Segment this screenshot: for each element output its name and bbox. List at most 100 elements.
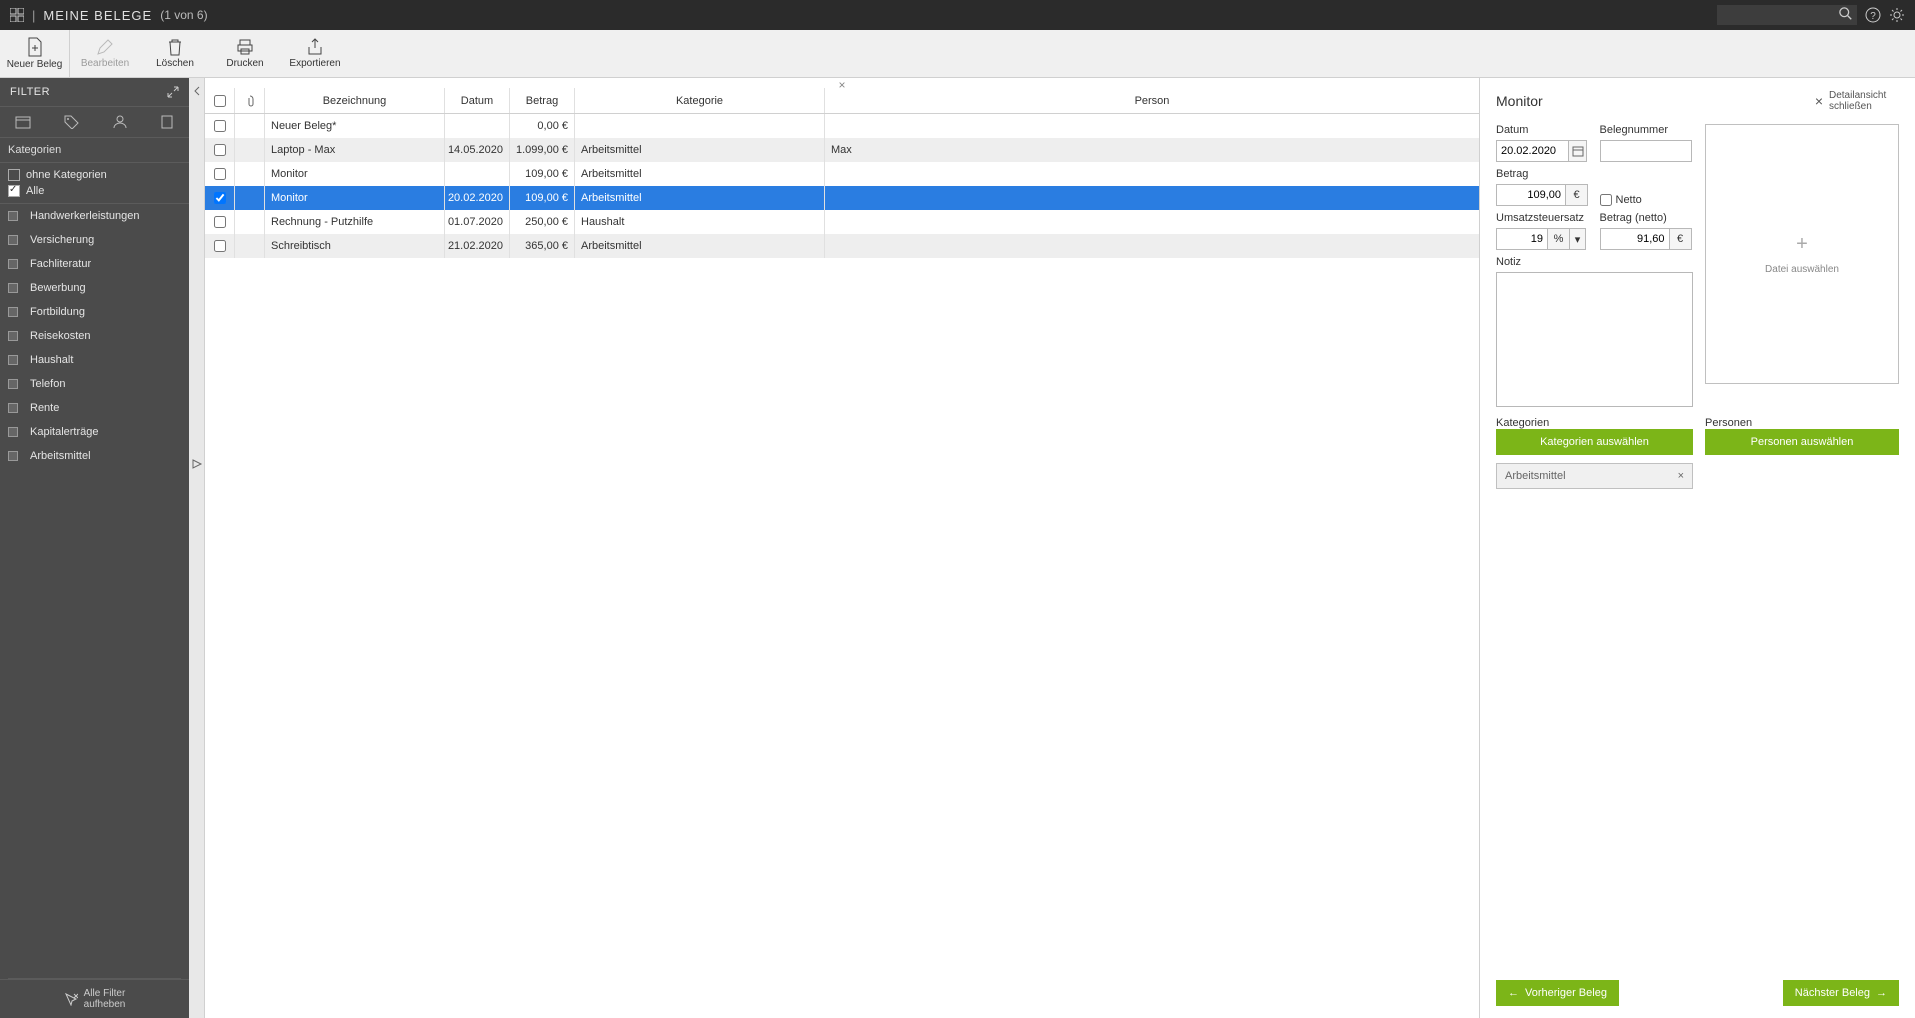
header-checkbox[interactable] [205, 88, 235, 113]
vat-rate-field[interactable] [1496, 228, 1548, 250]
close-detail-button[interactable]: × Detailansicht schließen [1815, 90, 1899, 112]
receipts-table: × Bezeichnung Datum Betrag Kategorie Per… [205, 78, 1480, 1018]
app-grid-icon[interactable] [10, 8, 24, 22]
color-swatch [8, 331, 18, 341]
remove-tag-icon[interactable]: × [1678, 470, 1684, 482]
row-checkbox[interactable] [214, 120, 226, 132]
amount-net-field[interactable] [1600, 228, 1670, 250]
close-x-icon[interactable]: × [205, 78, 1479, 88]
pencil-icon [96, 38, 114, 56]
color-swatch [8, 427, 18, 437]
chevron-down-icon[interactable]: ▾ [1570, 228, 1586, 250]
select-categories-button[interactable]: Kategorien auswählen [1496, 429, 1693, 455]
expand-arrow-icon[interactable] [191, 458, 203, 470]
tab-date-icon[interactable] [15, 115, 31, 129]
calendar-icon[interactable] [1569, 140, 1587, 162]
sidebar-item[interactable]: Haushalt [0, 348, 189, 372]
sidebar-item[interactable]: Bewerbung [0, 276, 189, 300]
detail-panel: Monitor × Detailansicht schließen Datum [1480, 78, 1915, 1018]
sidebar-item[interactable]: Reisekosten [0, 324, 189, 348]
row-checkbox[interactable] [214, 168, 226, 180]
cell-category: Arbeitsmittel [575, 138, 825, 162]
expand-icon[interactable] [167, 86, 179, 98]
cell-category: Arbeitsmittel [575, 162, 825, 186]
date-field[interactable] [1496, 140, 1569, 162]
row-checkbox[interactable] [214, 240, 226, 252]
collapse-sidebar-button[interactable] [189, 78, 205, 1018]
sidebar-item[interactable]: Telefon [0, 372, 189, 396]
table-row[interactable]: Monitor109,00 €Arbeitsmittel [205, 162, 1479, 186]
next-receipt-button[interactable]: Nächster Beleg → [1783, 980, 1899, 1006]
search-icon[interactable] [1839, 7, 1853, 21]
color-swatch [8, 235, 18, 245]
category-tag: Arbeitsmittel × [1496, 463, 1693, 489]
cell-date [445, 162, 510, 186]
new-doc-icon [26, 37, 44, 57]
cell-category: Arbeitsmittel [575, 234, 825, 258]
help-icon[interactable]: ? [1865, 7, 1881, 23]
cell-category [575, 114, 825, 138]
header-person[interactable]: Person [825, 88, 1479, 113]
filter-no-categories[interactable]: ohne Kategorien [8, 167, 181, 183]
row-checkbox[interactable] [214, 192, 226, 204]
edit-button: Bearbeiten [70, 30, 140, 78]
header-name[interactable]: Bezeichnung [265, 88, 445, 113]
new-receipt-button[interactable]: Neuer Beleg [0, 30, 70, 78]
color-swatch [8, 355, 18, 365]
close-icon: × [1815, 93, 1823, 109]
sidebar-item[interactable]: Fortbildung [0, 300, 189, 324]
select-persons-button[interactable]: Personen auswählen [1705, 429, 1899, 455]
sidebar-item[interactable]: Versicherung [0, 228, 189, 252]
label-amount-net: Betrag (netto) [1600, 212, 1694, 224]
header-attachment-icon[interactable] [235, 88, 265, 113]
row-checkbox[interactable] [214, 216, 226, 228]
row-checkbox[interactable] [214, 144, 226, 156]
header-amount[interactable]: Betrag [510, 88, 575, 113]
cell-person [825, 186, 1479, 210]
filter-all[interactable]: Alle [8, 183, 181, 199]
header-date[interactable]: Datum [445, 88, 510, 113]
delete-button[interactable]: Löschen [140, 30, 210, 78]
sidebar-item[interactable]: Arbeitsmittel [0, 444, 189, 468]
cell-person [825, 162, 1479, 186]
topbar: | MEINE BELEGE (1 von 6) ? [0, 0, 1915, 30]
color-swatch [8, 259, 18, 269]
receipt-no-field[interactable] [1600, 140, 1692, 162]
file-dropzone[interactable]: + Datei auswählen [1705, 124, 1899, 384]
sidebar-item[interactable]: Fachliteratur [0, 252, 189, 276]
label-vat: Umsatzsteuersatz [1496, 212, 1590, 224]
cell-date [445, 114, 510, 138]
table-row[interactable]: Laptop - Max14.05.20201.099,00 €Arbeitsm… [205, 138, 1479, 162]
print-button[interactable]: Drucken [210, 30, 280, 78]
cell-person [825, 210, 1479, 234]
table-row[interactable]: Schreibtisch21.02.2020365,00 €Arbeitsmit… [205, 234, 1479, 258]
table-row[interactable]: Neuer Beleg* 0,00 € [205, 114, 1479, 138]
sidebar-item[interactable]: Rente [0, 396, 189, 420]
gear-icon[interactable] [1889, 7, 1905, 23]
table-row[interactable]: Rechnung - Putzhilfe01.07.2020250,00 €Ha… [205, 210, 1479, 234]
netto-checkbox[interactable]: Netto [1600, 194, 1694, 206]
search-wrap [1717, 5, 1857, 25]
arrow-right-icon: → [1876, 987, 1887, 999]
cell-name: Neuer Beleg* [265, 114, 445, 138]
note-field[interactable] [1496, 272, 1693, 407]
cell-amount: 1.099,00 € [510, 138, 575, 162]
clear-filters-button[interactable]: Alle Filter aufheben [10, 988, 179, 1010]
sidebar-item[interactable]: Kapitalerträge [0, 420, 189, 444]
sidebar-item-label: Handwerkerleistungen [30, 210, 139, 222]
export-icon [307, 38, 323, 56]
tab-receipt-icon[interactable] [160, 115, 174, 129]
categories-heading: Kategorien [0, 138, 189, 163]
tab-tag-icon[interactable] [64, 115, 80, 129]
table-row[interactable]: Monitor20.02.2020109,00 €Arbeitsmittel [205, 186, 1479, 210]
header-category[interactable]: Kategorie [575, 88, 825, 113]
sidebar-item-label: Fachliteratur [30, 258, 91, 270]
amount-field[interactable] [1496, 184, 1566, 206]
prev-receipt-button[interactable]: ← Vorheriger Beleg [1496, 980, 1619, 1006]
search-input[interactable] [1717, 5, 1857, 25]
cell-amount: 0,00 € [510, 114, 575, 138]
sidebar-item-label: Fortbildung [30, 306, 85, 318]
tab-person-icon[interactable] [113, 115, 127, 129]
export-button[interactable]: Exportieren [280, 30, 350, 78]
sidebar-item[interactable]: Handwerkerleistungen [0, 204, 189, 228]
